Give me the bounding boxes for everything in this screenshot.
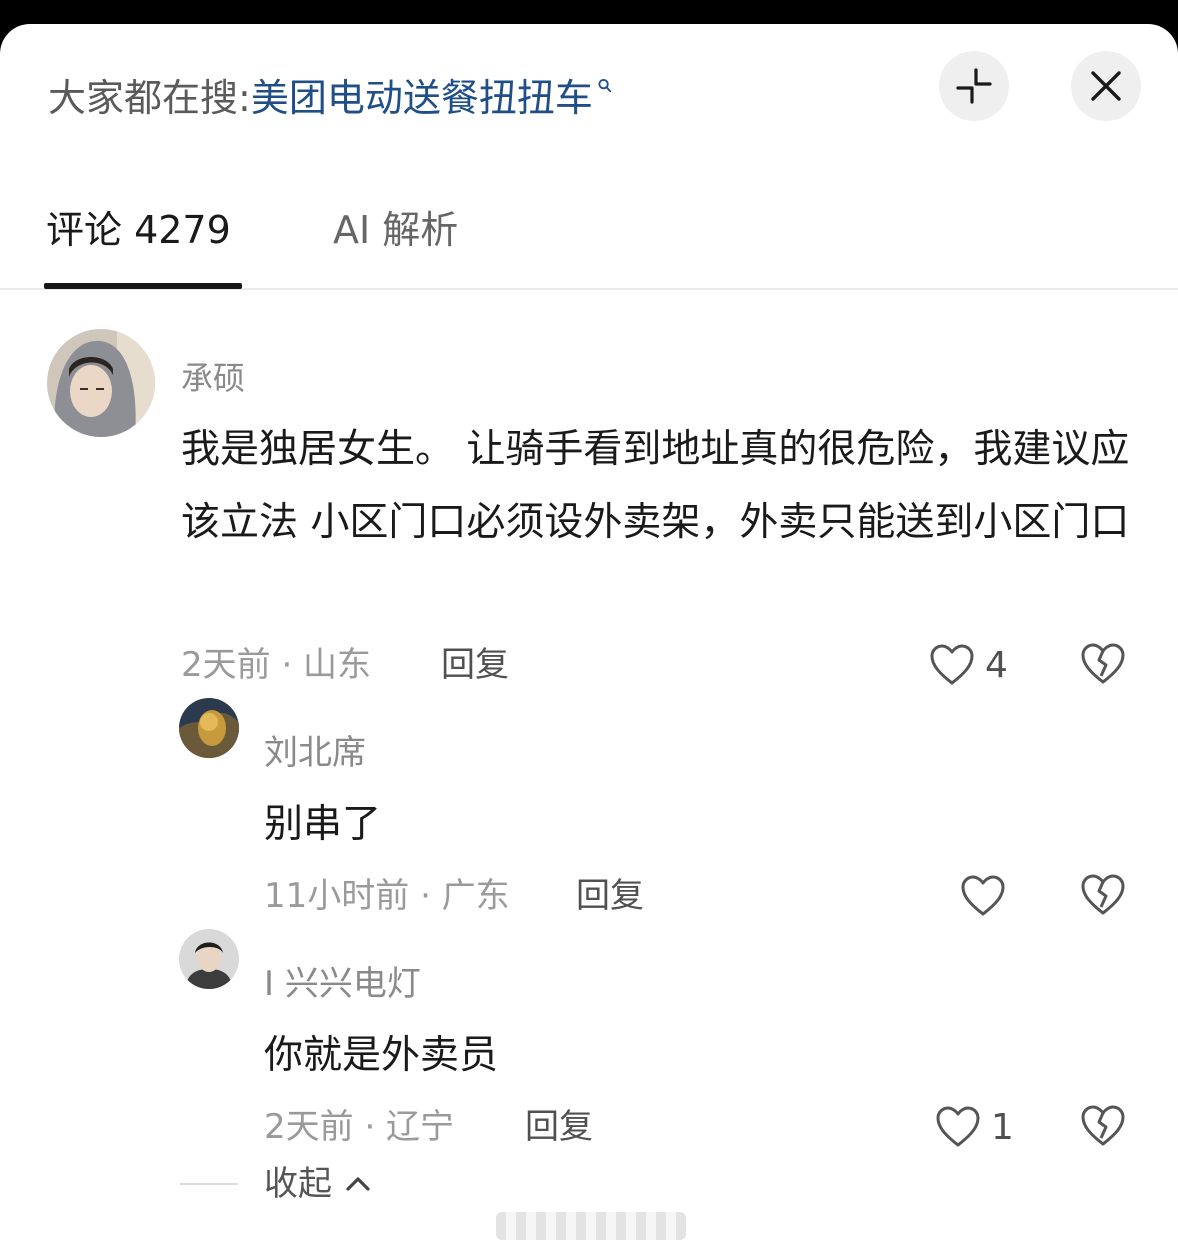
tab-ai-analysis[interactable]: AI 解析	[333, 206, 458, 254]
search-suggestion[interactable]: 大家都在搜:美团电动送餐扭扭车	[48, 74, 612, 122]
dislike-button[interactable]	[1080, 642, 1126, 690]
search-suggestion-query[interactable]: 美团电动送餐扭扭车	[251, 76, 593, 120]
broken-heart-icon	[1081, 874, 1125, 915]
close-icon	[1091, 71, 1121, 101]
comment-text: 你就是外卖员	[264, 1033, 499, 1078]
dislike-button[interactable]	[1080, 1104, 1126, 1152]
username[interactable]: 承硕	[181, 357, 245, 399]
collapse-button[interactable]	[939, 51, 1009, 121]
username[interactable]: 刘北席	[264, 730, 366, 776]
collapse-icon	[956, 68, 992, 104]
blurred-watermark	[496, 1212, 686, 1240]
broken-heart-icon	[1081, 643, 1125, 684]
search-suggestion-prefix: 大家都在搜:	[48, 76, 251, 120]
comments-sheet: 大家都在搜:美团电动送餐扭扭车 评论 4279 AI 解析 承硕 我是独居女生。…	[0, 24, 1178, 1251]
comment-item: 承硕 我是独居女生。 让骑手看到地址真的很危险，我建议应该立法 小区门口必须设外…	[0, 324, 1178, 686]
avatar[interactable]	[179, 698, 239, 758]
reply-item: I 兴兴电灯 你就是外卖员 2天前 · 辽宁 回复 1	[0, 927, 1178, 1148]
comment-meta: 11小时前 · 广东	[264, 876, 510, 916]
broken-heart-icon	[1081, 1105, 1125, 1146]
comment-meta: 2天前 · 山东	[181, 645, 372, 685]
like-count: 1	[991, 1106, 1014, 1148]
heart-icon	[936, 1106, 980, 1147]
reply-button[interactable]: 回复	[441, 642, 509, 688]
reply-item: 刘北席 别串了 11小时前 · 广东 回复	[0, 696, 1178, 916]
like-count: 4	[985, 644, 1008, 686]
collapse-replies-label[interactable]: 收起	[264, 1161, 332, 1207]
active-tab-indicator	[44, 283, 242, 289]
chevron-up-icon	[346, 1177, 370, 1191]
tab-bar: 评论 4279 AI 解析	[0, 184, 1178, 290]
divider-line	[180, 1183, 238, 1185]
reply-button[interactable]: 回复	[525, 1104, 593, 1150]
avatar[interactable]	[179, 929, 239, 989]
comment-meta: 2天前 · 辽宁	[264, 1107, 455, 1147]
search-icon	[598, 78, 611, 93]
avatar[interactable]	[47, 329, 155, 437]
comment-text: 我是独居女生。 让骑手看到地址真的很危险，我建议应该立法 小区门口必须设外卖架，…	[181, 427, 1130, 545]
like-button[interactable]: 1	[935, 1104, 1014, 1150]
close-button[interactable]	[1071, 51, 1141, 121]
collapse-replies-row[interactable]: 收起	[0, 1161, 1178, 1211]
heart-icon	[930, 644, 974, 685]
username[interactable]: I 兴兴电灯	[264, 961, 421, 1007]
like-button[interactable]: 4	[929, 642, 1008, 688]
dislike-button[interactable]	[1080, 873, 1126, 921]
comment-text: 别串了	[264, 802, 382, 847]
heart-icon	[961, 875, 1005, 916]
tab-comments[interactable]: 评论 4279	[46, 206, 231, 254]
reply-button[interactable]: 回复	[576, 873, 644, 919]
like-button[interactable]	[960, 873, 1016, 919]
